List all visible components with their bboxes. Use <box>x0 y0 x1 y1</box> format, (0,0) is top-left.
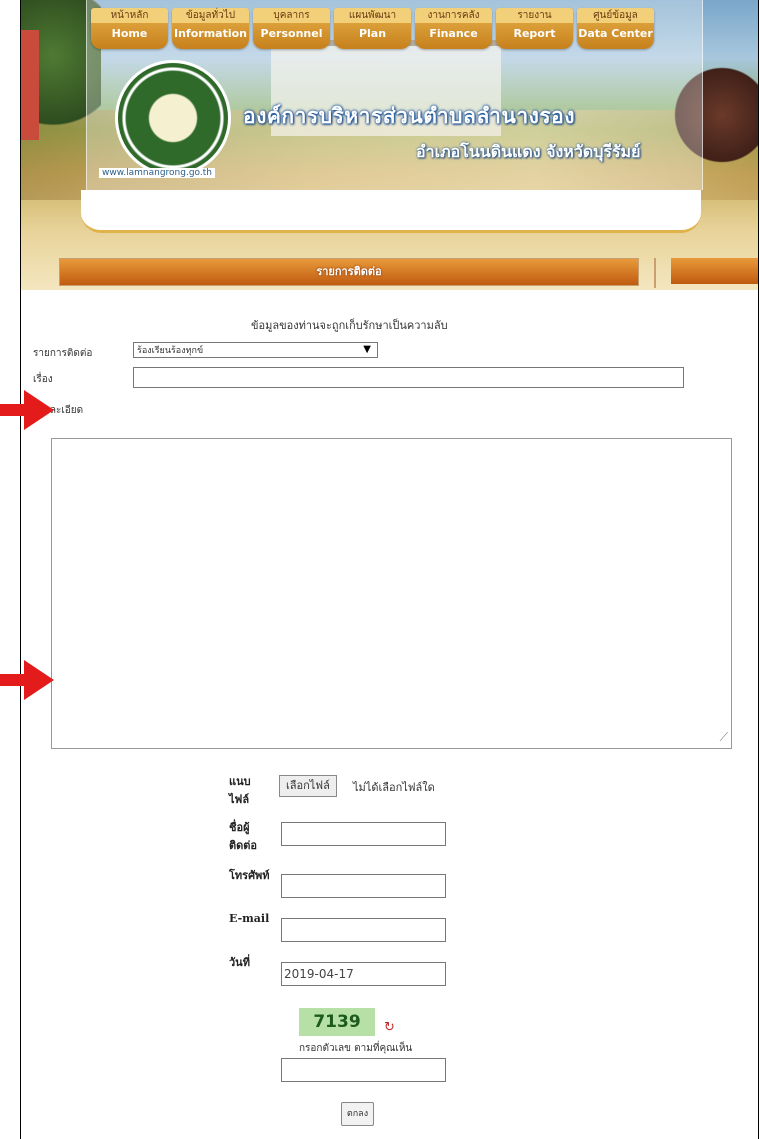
section-title-bar: รายการติดต่อ <box>59 258 639 286</box>
column-divider <box>654 258 656 288</box>
nav-finance-th: งานการคลัง <box>415 8 492 23</box>
org-seal-logo[interactable] <box>115 60 231 176</box>
page-frame: หน้าหลัก Home ข้อมูลทั่วไป Information บุค… <box>20 0 759 1139</box>
date-input[interactable]: 2019-04-17 <box>281 962 446 986</box>
nav-home-en: Home <box>111 27 148 40</box>
nav-personnel-th: บุคลากร <box>253 8 330 23</box>
red-arrow-head <box>24 660 54 700</box>
contact-type-label: รายการติดต่อ <box>33 348 93 359</box>
nav-information-th: ข้อมูลทั่วไป <box>172 8 249 23</box>
nav-plan-th: แผนพัฒนา <box>334 8 411 23</box>
email-input[interactable] <box>281 918 446 942</box>
attach-label: แนบไฟล์ <box>229 775 251 806</box>
content-header-curve <box>81 190 701 233</box>
nav-plan-en: Plan <box>358 27 387 40</box>
contact-type-value: ร้องเรียนร้องทุกข์ <box>137 346 204 356</box>
captcha-input[interactable] <box>281 1058 446 1082</box>
seal-url: www.lamnangrong.go.th <box>99 168 215 178</box>
nav-personnel[interactable]: บุคลากร Personnel <box>253 8 330 49</box>
banner-pillar <box>21 30 39 140</box>
nav-report-en: Report <box>513 27 556 40</box>
nav-report[interactable]: รายงาน Report <box>496 8 573 49</box>
choose-file-button[interactable]: เลือกไฟล์ <box>279 775 337 797</box>
nav-report-th: รายงาน <box>496 8 573 23</box>
submit-button[interactable]: ตกลง <box>341 1102 374 1126</box>
nav-data-center[interactable]: ศูนย์ข้อมูล Data Center <box>577 8 654 49</box>
nav-plan[interactable]: แผนพัฒนา Plan <box>334 8 411 49</box>
phone-label: โทรศัพท์ <box>229 869 270 882</box>
nav-data-center-en: Data Center <box>578 27 653 40</box>
red-arrow-head <box>24 390 54 430</box>
nav-personnel-en: Personnel <box>260 27 323 40</box>
phone-input[interactable] <box>281 874 446 898</box>
nav-data-center-th: ศูนย์ข้อมูล <box>577 8 654 23</box>
side-section-bar <box>671 258 758 284</box>
red-arrow-shaft <box>0 404 26 416</box>
resize-grip-icon[interactable]: ⟋ <box>720 730 728 745</box>
email-label: E-mail <box>229 912 270 925</box>
nav-finance[interactable]: งานการคลัง Finance <box>415 8 492 49</box>
nav-home[interactable]: หน้าหลัก Home <box>91 8 168 49</box>
top-nav: หน้าหลัก Home ข้อมูลทั่วไป Information บุค… <box>91 8 654 49</box>
dropdown-arrow-icon: ▼ <box>363 344 371 355</box>
nav-finance-en: Finance <box>429 27 478 40</box>
privacy-notice: ข้อมูลของท่านจะถูกเก็บรักษาเป็นความลับ <box>251 319 448 332</box>
red-arrow-shaft <box>0 674 26 686</box>
subject-input[interactable] <box>133 367 684 388</box>
nav-home-th: หน้าหลัก <box>91 8 168 23</box>
contact-type-select[interactable]: ร้องเรียนร้องทุกข์ ▼ <box>133 342 378 358</box>
section-title: รายการติดต่อ <box>316 265 382 278</box>
name-input[interactable] <box>281 822 446 846</box>
refresh-captcha-icon[interactable]: ↻ <box>384 1020 395 1035</box>
subject-label: เรื่อง <box>33 374 53 385</box>
org-subtitle: อำเภอโนนดินแดง จังหวัดบุรีรัมย์ <box>416 142 641 161</box>
captcha-hint: กรอกตัวเลข ตามที่คุณเห็น <box>299 1043 413 1054</box>
nav-information[interactable]: ข้อมูลทั่วไป Information <box>172 8 249 49</box>
name-label: ชื่อผู้ติดต่อ <box>229 821 258 852</box>
detail-textarea[interactable]: ⟋ <box>51 438 732 749</box>
date-label: วันที่ <box>229 956 250 969</box>
org-title: องค์การบริหารส่วนตำบลลำนางรอง <box>243 104 576 128</box>
captcha-image: 7139 <box>299 1008 375 1036</box>
file-status: ไม่ได้เลือกไฟล์ใด <box>353 781 435 794</box>
nav-information-en: Information <box>174 27 247 40</box>
